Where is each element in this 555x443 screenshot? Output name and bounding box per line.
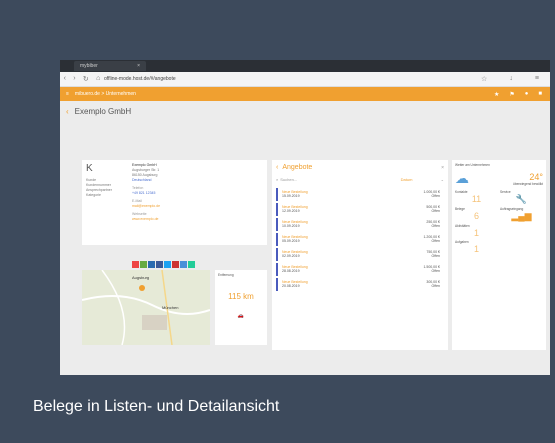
distance-value: 115 km	[228, 292, 254, 301]
offer-status: Offen	[431, 284, 441, 288]
label: Kategorie	[86, 193, 101, 197]
page-title: Exemplo GmbH	[74, 106, 132, 116]
browser-tabbar: mybiber ×	[60, 60, 550, 72]
contact-card: K Kunde Kundennummer Ansprechpartner Kat…	[82, 160, 267, 245]
contacts-widget[interactable]: Kontakte 11	[455, 190, 498, 205]
share-icon[interactable]	[188, 261, 195, 268]
close-icon[interactable]: ×	[137, 63, 140, 69]
caption-text: Belege in Listen- und Detailansicht	[33, 398, 280, 415]
weather-title: Wetter am Unternehmen	[455, 163, 490, 167]
email-link[interactable]: mail@exemplo.de	[132, 204, 262, 209]
offer-status: Offen	[431, 209, 441, 213]
offer-status: Offen	[431, 224, 441, 228]
widgets-panel: Wetter am Unternehmen ☁ 24° überwiegend …	[452, 160, 546, 350]
hamburger-icon[interactable]: ≡	[66, 91, 69, 97]
instagram-icon[interactable]	[180, 261, 187, 268]
distance-label: Entfernung	[218, 273, 234, 277]
tab-title: mybiber	[80, 63, 98, 69]
offer-status: Offen	[431, 254, 441, 258]
map-label: Augsburg	[132, 275, 150, 280]
page-titlebar: ‹ Exemplo GmbH	[60, 101, 550, 121]
flag-icon[interactable]: ⚑	[509, 91, 514, 98]
tasks-value: 1	[473, 244, 479, 254]
website-link[interactable]: www.exemplo.de	[132, 217, 262, 222]
distance-widget: Entfernung 115 km 🚗	[215, 270, 267, 345]
address-line[interactable]: Deutschland	[132, 178, 262, 183]
offer-row[interactable]: Neue Bestellung 20.08.2019 300,00 € Offen	[276, 278, 444, 291]
cloud-icon: ☁	[455, 170, 469, 186]
car-icon: 🚗	[237, 313, 245, 319]
chevron-left-icon[interactable]: ‹	[276, 164, 278, 171]
phone-link[interactable]: +49 821 12345	[132, 191, 262, 196]
chevron-down-icon[interactable]: ⌄	[441, 177, 444, 182]
back-icon[interactable]: ‹	[64, 75, 66, 83]
offer-date: 05.09.2019	[282, 239, 300, 243]
offer-date: 15.09.2019	[282, 194, 300, 198]
search-input[interactable]: Suchen...	[280, 177, 400, 182]
user-icon[interactable]: ■	[538, 91, 542, 98]
breadcrumb[interactable]: mibuero.de > Unternehmen	[75, 91, 136, 97]
forward-icon[interactable]: ›	[73, 75, 75, 83]
contact-initial: K	[86, 163, 93, 174]
activities-value: 1	[473, 228, 479, 238]
offers-title: Angebote	[282, 164, 313, 171]
offers-list: Neue Bestellung 15.09.2019 1.000,00 € Offen…	[272, 188, 448, 291]
xing-icon[interactable]	[140, 261, 147, 268]
offer-status: Offen	[431, 269, 441, 273]
offer-date: 02.09.2019	[282, 254, 300, 258]
reload-icon[interactable]: ↻	[83, 75, 89, 83]
offer-date: 10.09.2019	[282, 224, 300, 228]
back-arrow-icon[interactable]: ‹	[66, 107, 69, 116]
map-panel[interactable]: Augsburg München	[81, 269, 211, 346]
offer-date: 28.08.2019	[282, 269, 300, 273]
offer-row[interactable]: Neue Bestellung 10.09.2019 250,00 € Offen	[276, 218, 444, 231]
offer-status: Offen	[431, 239, 441, 243]
offer-status: Offen	[431, 194, 441, 198]
app-header: ≡ mibuero.de > Unternehmen ★ ⚑ ● ■	[60, 87, 550, 101]
offer-row[interactable]: Neue Bestellung 02.09.2019 750,00 € Offen	[276, 248, 444, 261]
weather-temp: 24°	[529, 171, 543, 182]
offer-row[interactable]: Neue Bestellung 15.09.2019 1.000,00 € Offen	[276, 188, 444, 201]
bar-chart-icon: ▂▄▆	[511, 211, 532, 221]
offers-panel: ‹ Angebote × ⌕ Suchen... Datum ⌄ Neue Be…	[272, 160, 448, 350]
tasks-widget[interactable]: Aufgaben 1	[455, 240, 498, 254]
url-field[interactable]: offline-mode.host.de/#/angebote	[104, 76, 470, 82]
offer-date: 20.08.2019	[282, 284, 300, 288]
star-icon[interactable]: ☆	[481, 75, 487, 83]
close-icon[interactable]: ×	[441, 165, 444, 171]
home-icon[interactable]: ⌂	[96, 75, 100, 83]
offer-row[interactable]: Neue Bestellung 05.09.2019 1.200,00 € Offen	[276, 233, 444, 246]
screenshot-frame: mybiber × ‹ › ↻ ⌂ offline-mode.host.de/#…	[60, 60, 550, 375]
menu-icon[interactable]: ≡	[535, 75, 539, 83]
search-icon: ⌕	[276, 177, 279, 182]
youtube-icon[interactable]	[172, 261, 179, 268]
address-bar: ‹ › ↻ ⌂ offline-mode.host.de/#/angebote …	[60, 72, 550, 87]
activities-widget[interactable]: Aktivitäten 1	[455, 224, 498, 238]
linkedin-icon[interactable]	[148, 261, 155, 268]
google-icon[interactable]	[132, 261, 139, 268]
twitter-icon[interactable]	[164, 261, 171, 268]
contacts-value: 11	[471, 194, 482, 204]
offer-date: 12.09.2019	[282, 209, 300, 213]
revenue-widget[interactable]: Auftragseingang ▂▄▆	[500, 207, 543, 222]
sort-select[interactable]: Datum	[401, 177, 441, 182]
bell-icon[interactable]: ●	[525, 91, 529, 98]
contact-labels: Kunde Kundennummer Ansprechpartner Kateg…	[86, 178, 126, 198]
browser-tab[interactable]: mybiber ×	[74, 61, 146, 71]
facebook-icon[interactable]	[156, 261, 163, 268]
offer-row[interactable]: Neue Bestellung 12.09.2019 500,00 € Offen	[276, 203, 444, 216]
map-svg	[81, 269, 211, 346]
map-label: München	[162, 305, 179, 310]
offers-value: 6	[473, 211, 479, 221]
weather-desc: überwiegend bewölkt	[513, 181, 543, 186]
download-icon[interactable]: ↓	[509, 75, 513, 83]
wrench-icon: 🔧	[515, 194, 528, 204]
star-icon[interactable]: ★	[494, 91, 499, 98]
service-widget[interactable]: Service 🔧	[500, 190, 543, 205]
offers-widget[interactable]: Belege 6	[455, 207, 498, 222]
offer-row[interactable]: Neue Bestellung 28.08.2019 1.500,00 € Offen	[276, 263, 444, 276]
